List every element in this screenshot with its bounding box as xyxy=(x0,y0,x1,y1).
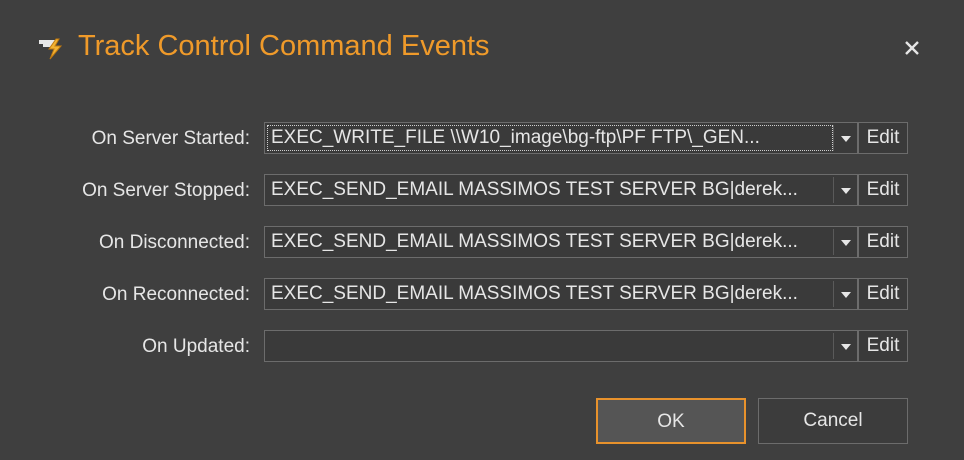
on-disconnected-label: On Disconnected: xyxy=(98,232,250,253)
on-server-started-combo[interactable]: EXEC_WRITE_FILE \\W10_image\bg-ftp\PF FT… xyxy=(264,122,858,154)
on-reconnected-combo[interactable]: EXEC_SEND_EMAIL MASSIMOS TEST SERVER BG|… xyxy=(264,278,858,310)
edit-button[interactable]: Edit xyxy=(858,122,908,154)
on-disconnected-combo[interactable]: EXEC_SEND_EMAIL MASSIMOS TEST SERVER BG|… xyxy=(264,226,858,258)
title-bar: Track Control Command Events xyxy=(0,0,964,100)
on-server-stopped-label: On Server Stopped: xyxy=(82,180,250,201)
combo-value[interactable] xyxy=(265,331,833,361)
edit-button[interactable]: Edit xyxy=(858,330,908,362)
chevron-down-icon xyxy=(841,337,851,355)
dropdown-arrow[interactable] xyxy=(835,123,857,153)
on-updated-combo[interactable] xyxy=(264,330,858,362)
on-server-started-label: On Server Started: xyxy=(91,128,250,149)
combo-divider xyxy=(833,333,834,359)
on-updated-label: On Updated: xyxy=(142,336,250,357)
dropdown-arrow[interactable] xyxy=(835,227,857,257)
combo-divider xyxy=(833,177,834,203)
combo-value[interactable]: EXEC_SEND_EMAIL MASSIMOS TEST SERVER BG|… xyxy=(265,227,833,257)
combo-divider xyxy=(833,281,834,307)
event-row-reconnected: On Reconnected: EXEC_SEND_EMAIL MASSIMOS… xyxy=(0,278,964,312)
combo-divider xyxy=(833,125,834,151)
edit-button[interactable]: Edit xyxy=(858,174,908,206)
combo-value[interactable]: EXEC_SEND_EMAIL MASSIMOS TEST SERVER BG|… xyxy=(265,175,833,205)
track-control-command-events-dialog: Track Control Command Events On Server S… xyxy=(0,0,964,460)
event-row-disconnected: On Disconnected: EXEC_SEND_EMAIL MASSIMO… xyxy=(0,226,964,260)
close-icon xyxy=(904,40,920,61)
combo-divider xyxy=(833,229,834,255)
dropdown-arrow[interactable] xyxy=(835,279,857,309)
chevron-down-icon xyxy=(841,285,851,303)
chevron-down-icon xyxy=(841,181,851,199)
on-reconnected-label: On Reconnected: xyxy=(102,284,250,305)
event-row-server-stopped: On Server Stopped: EXEC_SEND_EMAIL MASSI… xyxy=(0,174,964,208)
lightning-script-icon xyxy=(38,37,66,61)
edit-button[interactable]: Edit xyxy=(858,226,908,258)
cancel-button[interactable]: Cancel xyxy=(758,398,908,444)
chevron-down-icon xyxy=(841,233,851,251)
dialog-title: Track Control Command Events xyxy=(78,30,490,62)
combo-value[interactable]: EXEC_WRITE_FILE \\W10_image\bg-ftp\PF FT… xyxy=(267,125,833,151)
chevron-down-icon xyxy=(841,129,851,147)
combo-value[interactable]: EXEC_SEND_EMAIL MASSIMOS TEST SERVER BG|… xyxy=(265,279,833,309)
dropdown-arrow[interactable] xyxy=(835,331,857,361)
dropdown-arrow[interactable] xyxy=(835,175,857,205)
edit-button[interactable]: Edit xyxy=(858,278,908,310)
ok-button[interactable]: OK xyxy=(596,398,746,444)
event-row-server-started: On Server Started: EXEC_WRITE_FILE \\W10… xyxy=(0,122,964,156)
event-row-updated: On Updated: Edit xyxy=(0,330,964,364)
close-button[interactable] xyxy=(898,36,926,64)
on-server-stopped-combo[interactable]: EXEC_SEND_EMAIL MASSIMOS TEST SERVER BG|… xyxy=(264,174,858,206)
